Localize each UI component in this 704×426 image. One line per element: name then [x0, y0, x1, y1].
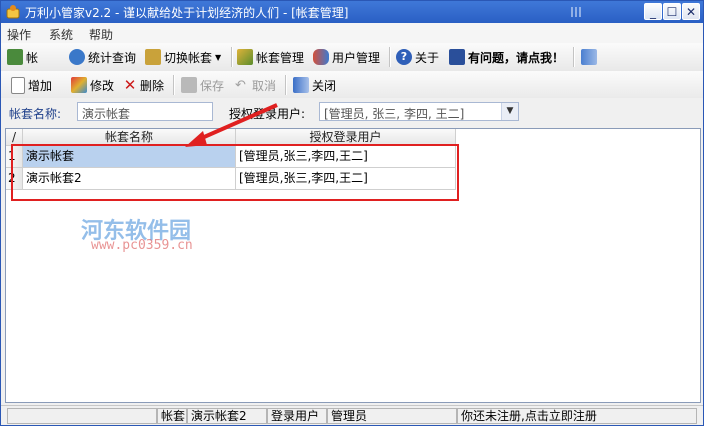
status-user-value: 管理员: [327, 408, 457, 424]
main-toolbar: 帐 统计查询 切换帐套 ▼ 帐套管理 用户管理 ? 关于 有问题，请点我！: [1, 43, 703, 72]
authorized-users-select[interactable]: [管理员, 张三, 李四, 王二] ▼: [319, 102, 519, 121]
status-user-label: 登录用户: [267, 408, 327, 424]
edit-toolbar: 增加 修改 ✕ 删除 保存 ↶ 取消 关闭: [1, 71, 703, 99]
ledger-button[interactable]: 帐: [7, 46, 38, 68]
switch-icon: [145, 49, 161, 65]
app-icon: [6, 5, 20, 19]
account-set-icon: [237, 49, 253, 65]
annotation-arrow: [185, 103, 278, 147]
toolbar-separator: [389, 47, 391, 67]
new-doc-icon: [11, 76, 25, 94]
save-button[interactable]: 保存: [181, 74, 224, 96]
exit-icon: [581, 49, 597, 65]
authorized-users-value: [管理员, 张三, 李四, 王二]: [324, 107, 465, 121]
book-icon: [449, 49, 465, 65]
account-set-name-label: 帐套名称:: [9, 107, 62, 121]
highlight-box: [11, 144, 459, 201]
ledger-icon: [7, 49, 23, 65]
status-account-set-label: 帐套: [157, 408, 187, 424]
account-set-manage-button[interactable]: 帐套管理: [237, 46, 304, 68]
toolbar-separator: [285, 75, 287, 95]
switch-account-set-button[interactable]: 切换帐套 ▼: [145, 46, 221, 68]
save-icon: [181, 77, 197, 93]
menu-system[interactable]: 系统: [49, 26, 73, 43]
cancel-button[interactable]: ↶ 取消: [235, 74, 276, 96]
window-title: 万利小管家v2.2 - 谨以献给处于计划经济的人们 - [帐套管理]: [25, 6, 349, 20]
query-icon: [69, 49, 85, 65]
watermark-url: www.pc0359.cn: [91, 238, 193, 253]
title-bar[interactable]: 万利小管家v2.2 - 谨以献给处于计划经济的人们 - [帐套管理] _ ☐ ✕: [1, 1, 703, 23]
toolbar-separator: [231, 47, 233, 67]
edit-button[interactable]: 修改: [71, 74, 114, 96]
stats-query-button[interactable]: 统计查询: [69, 46, 136, 68]
users-icon: [313, 49, 329, 65]
dropdown-arrow-icon: ▼: [215, 52, 222, 62]
about-button[interactable]: ? 关于: [396, 46, 439, 68]
delete-x-icon: ✕: [123, 76, 137, 94]
register-link[interactable]: 你还未注册,点击立即注册: [457, 408, 697, 424]
maximize-button[interactable]: ☐: [663, 3, 681, 20]
user-manage-button[interactable]: 用户管理: [313, 46, 380, 68]
minimize-button[interactable]: _: [644, 3, 662, 20]
status-panel-empty: [7, 408, 157, 424]
help-icon: ?: [396, 49, 412, 65]
status-account-set-value: 演示帐套2: [187, 408, 267, 424]
toolbar-separator: [173, 75, 175, 95]
title-grip: [571, 7, 581, 17]
filter-bar: 帐套名称: 演示帐套 授权登录用户: [管理员, 张三, 李四, 王二] ▼: [1, 98, 703, 126]
menu-bar: 操作 系统 帮助: [1, 23, 703, 43]
menu-operate[interactable]: 操作: [7, 26, 31, 43]
toolbar-separator: [573, 47, 575, 67]
chevron-down-icon[interactable]: ▼: [501, 103, 518, 120]
menu-help[interactable]: 帮助: [89, 26, 113, 43]
pen-icon: [71, 77, 87, 93]
close-door-icon: [293, 77, 309, 93]
exit-button[interactable]: [581, 46, 597, 68]
close-button[interactable]: 关闭: [293, 74, 336, 96]
add-button[interactable]: 增加: [11, 74, 52, 96]
faq-button[interactable]: 有问题，请点我！: [449, 46, 564, 68]
app-window: 万利小管家v2.2 - 谨以献给处于计划经济的人们 - [帐套管理] _ ☐ ✕…: [0, 0, 704, 426]
status-bar: 帐套 演示帐套2 登录用户 管理员 你还未注册,点击立即注册: [1, 405, 703, 425]
delete-button[interactable]: ✕ 删除: [123, 74, 164, 96]
close-window-button[interactable]: ✕: [682, 3, 700, 20]
undo-icon: ↶: [235, 77, 246, 93]
